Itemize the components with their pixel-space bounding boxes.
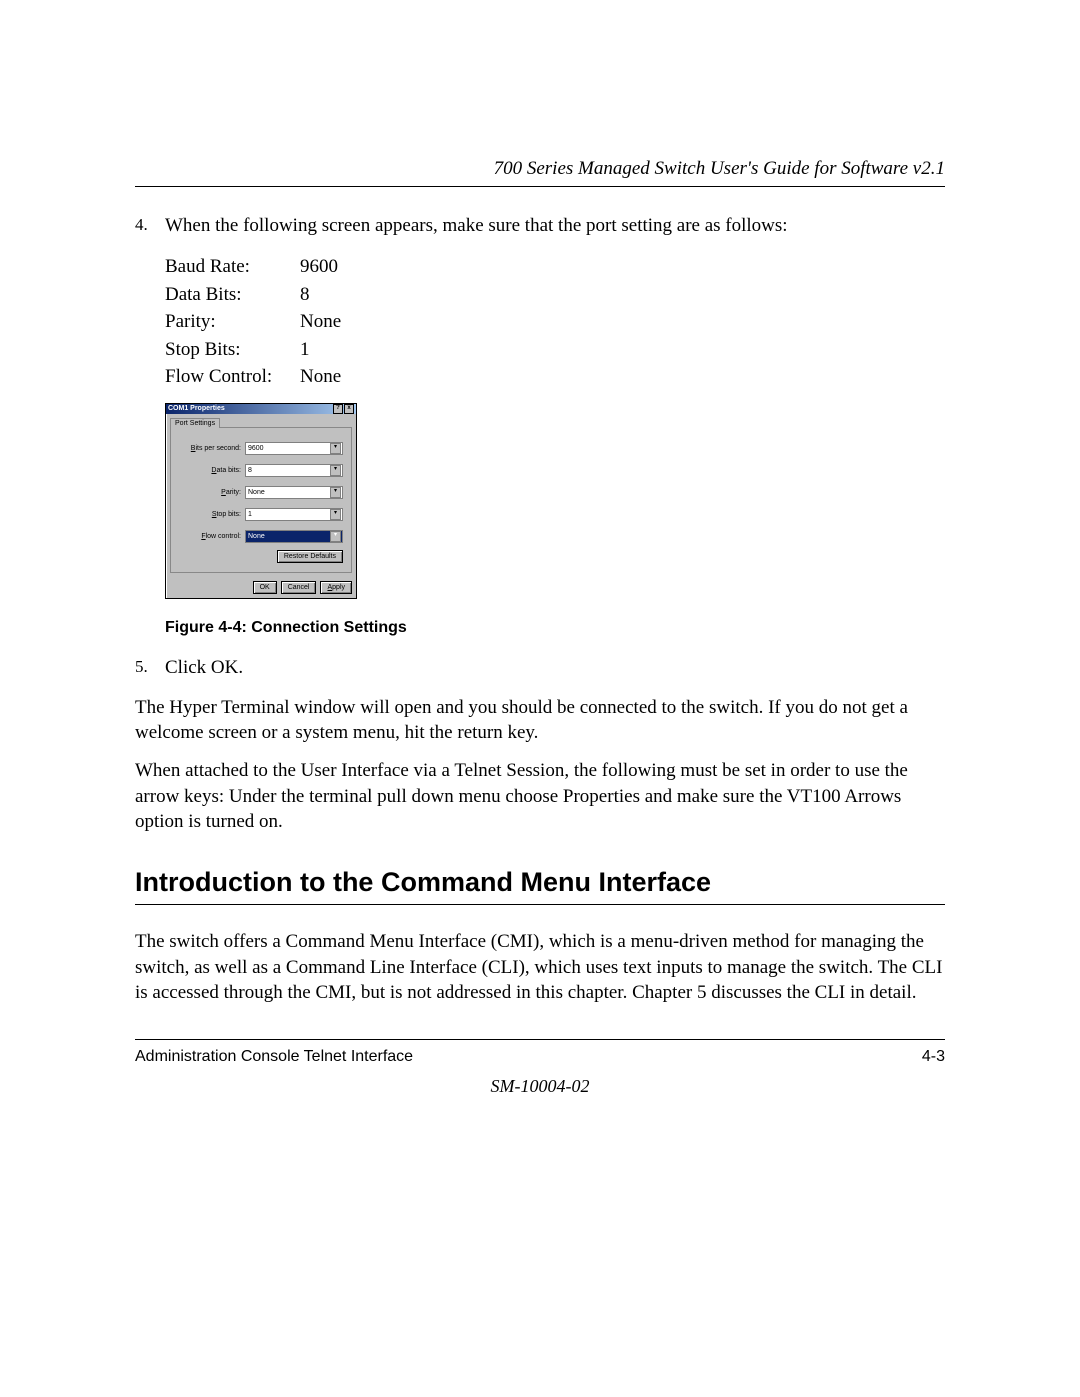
field-label: Flow control: bbox=[179, 533, 245, 540]
field-label: Stop bits: bbox=[179, 511, 245, 518]
chevron-down-icon: ▾ bbox=[330, 531, 341, 542]
setting-row: Data Bits: 8 bbox=[165, 281, 945, 309]
select-value: None bbox=[248, 489, 265, 496]
setting-label: Data Bits: bbox=[165, 281, 300, 309]
step-4-text: When the following screen appears, make … bbox=[165, 215, 945, 237]
parity-select[interactable]: None ▾ bbox=[245, 486, 343, 499]
setting-row: Flow Control: None bbox=[165, 363, 945, 391]
tab-port-settings[interactable]: Port Settings bbox=[170, 418, 220, 428]
field-label: Data bits: bbox=[179, 467, 245, 474]
data-bits-select[interactable]: 8 ▾ bbox=[245, 464, 343, 477]
restore-defaults-button[interactable]: Restore Defaults bbox=[277, 550, 343, 563]
page: 700 Series Managed Switch User's Guide f… bbox=[0, 0, 1080, 1397]
select-value: 9600 bbox=[248, 445, 264, 452]
field-label: Bits per second: bbox=[179, 445, 245, 452]
step-5-number: 5. bbox=[135, 657, 165, 679]
dialog-titlebar: COM1 Properties ? x bbox=[166, 404, 356, 414]
figure-caption: Figure 4-4: Connection Settings bbox=[165, 619, 945, 637]
field-flow-control: Flow control: None ▾ bbox=[179, 530, 343, 543]
cancel-button[interactable]: Cancel bbox=[281, 581, 317, 594]
field-bits-per-second: Bits per second: 9600 ▾ bbox=[179, 442, 343, 455]
restore-defaults-row: Restore Defaults bbox=[179, 553, 343, 560]
bits-per-second-select[interactable]: 9600 ▾ bbox=[245, 442, 343, 455]
setting-row: Baud Rate: 9600 bbox=[165, 253, 945, 281]
close-button[interactable]: x bbox=[344, 404, 354, 414]
help-button[interactable]: ? bbox=[333, 404, 343, 414]
section-heading: Introduction to the Command Menu Interfa… bbox=[135, 867, 945, 905]
field-parity: Parity: None ▾ bbox=[179, 486, 343, 499]
setting-value: None bbox=[300, 308, 341, 336]
select-value: None bbox=[248, 533, 265, 540]
field-stop-bits: Stop bits: 1 ▾ bbox=[179, 508, 343, 521]
figure-4-4: COM1 Properties ? x Port Settings Bits p… bbox=[165, 403, 945, 599]
field-label: Parity: bbox=[179, 489, 245, 496]
page-number: 4-3 bbox=[922, 1048, 945, 1066]
chevron-down-icon: ▾ bbox=[330, 487, 341, 498]
paragraph: The switch offers a Command Menu Interfa… bbox=[135, 929, 945, 1006]
setting-value: None bbox=[300, 363, 341, 391]
dialog-body: Port Settings Bits per second: 9600 ▾ Da… bbox=[166, 414, 356, 575]
running-head: 700 Series Managed Switch User's Guide f… bbox=[135, 158, 945, 187]
setting-label: Baud Rate: bbox=[165, 253, 300, 281]
flow-control-select[interactable]: None ▾ bbox=[245, 530, 343, 543]
stop-bits-select[interactable]: 1 ▾ bbox=[245, 508, 343, 521]
port-settings-panel: Bits per second: 9600 ▾ Data bits: 8 ▾ bbox=[170, 427, 352, 573]
select-value: 8 bbox=[248, 467, 252, 474]
setting-row: Parity: None bbox=[165, 308, 945, 336]
setting-value: 1 bbox=[300, 336, 310, 364]
chevron-down-icon: ▾ bbox=[330, 443, 341, 454]
chevron-down-icon: ▾ bbox=[330, 509, 341, 520]
com1-properties-dialog: COM1 Properties ? x Port Settings Bits p… bbox=[165, 403, 357, 599]
step-5-text: Click OK. bbox=[165, 657, 945, 679]
chevron-down-icon: ▾ bbox=[330, 465, 341, 476]
page-footer: Administration Console Telnet Interface … bbox=[135, 1039, 945, 1097]
setting-value: 9600 bbox=[300, 253, 338, 281]
field-data-bits: Data bits: 8 ▾ bbox=[179, 464, 343, 477]
step-5: 5. Click OK. bbox=[135, 657, 945, 679]
apply-button[interactable]: Apply bbox=[320, 581, 352, 594]
footer-left: Administration Console Telnet Interface bbox=[135, 1048, 413, 1066]
dialog-footer: OK Cancel Apply bbox=[166, 575, 356, 598]
paragraph: The Hyper Terminal window will open and … bbox=[135, 695, 945, 746]
dialog-title: COM1 Properties bbox=[168, 405, 225, 412]
document-id: SM-10004-02 bbox=[135, 1076, 945, 1097]
paragraph: When attached to the User Interface via … bbox=[135, 758, 945, 835]
setting-label: Stop Bits: bbox=[165, 336, 300, 364]
setting-label: Parity: bbox=[165, 308, 300, 336]
step-4: 4. When the following screen appears, ma… bbox=[135, 215, 945, 237]
ok-button[interactable]: OK bbox=[253, 581, 277, 594]
port-settings-list: Baud Rate: 9600 Data Bits: 8 Parity: Non… bbox=[165, 253, 945, 391]
setting-value: 8 bbox=[300, 281, 310, 309]
setting-row: Stop Bits: 1 bbox=[165, 336, 945, 364]
select-value: 1 bbox=[248, 511, 252, 518]
step-4-number: 4. bbox=[135, 215, 165, 237]
setting-label: Flow Control: bbox=[165, 363, 300, 391]
